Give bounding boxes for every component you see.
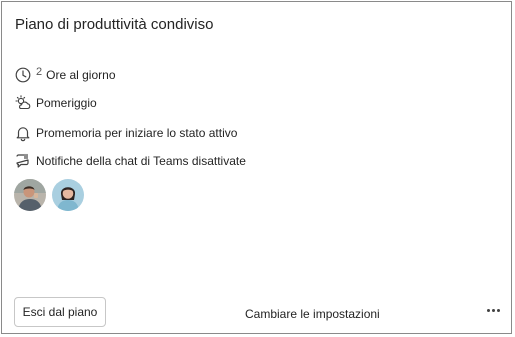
chat-bell-off-icon <box>14 152 32 170</box>
clock-icon <box>14 66 32 84</box>
hours-label: Ore al giorno <box>46 68 116 82</box>
reminder-label: Promemoria per iniziare lo stato attivo <box>36 126 238 140</box>
card-title: Piano di produttività condiviso <box>15 16 214 33</box>
hours-per-day-row: 2 Ore al giorno <box>14 66 116 84</box>
change-settings-link[interactable]: Cambiare le impostazioni <box>245 307 380 321</box>
hours-value: 2 <box>36 66 43 78</box>
leave-plan-button[interactable]: Esci dal piano <box>14 297 106 327</box>
productivity-plan-card: Piano di produttività condiviso 2 Ore al… <box>1 1 512 334</box>
more-horizontal-icon[interactable] <box>484 303 502 317</box>
teams-notifications-row: Notifiche della chat di Teams disattivat… <box>14 152 246 170</box>
participants-avatars <box>14 179 84 211</box>
more-dot <box>496 308 500 312</box>
more-dot <box>486 308 490 312</box>
avatar[interactable] <box>52 179 84 211</box>
teams-notifications-label: Notifiche della chat di Teams disattivat… <box>36 154 246 168</box>
reminder-row: Promemoria per iniziare lo stato attivo <box>14 124 237 142</box>
bell-icon <box>14 124 32 142</box>
more-dot <box>491 308 495 312</box>
weather-sunny-cloud-icon <box>14 94 32 112</box>
time-of-day-label: Pomeriggio <box>36 96 97 110</box>
time-of-day-row: Pomeriggio <box>14 94 97 112</box>
avatar[interactable] <box>14 179 46 211</box>
